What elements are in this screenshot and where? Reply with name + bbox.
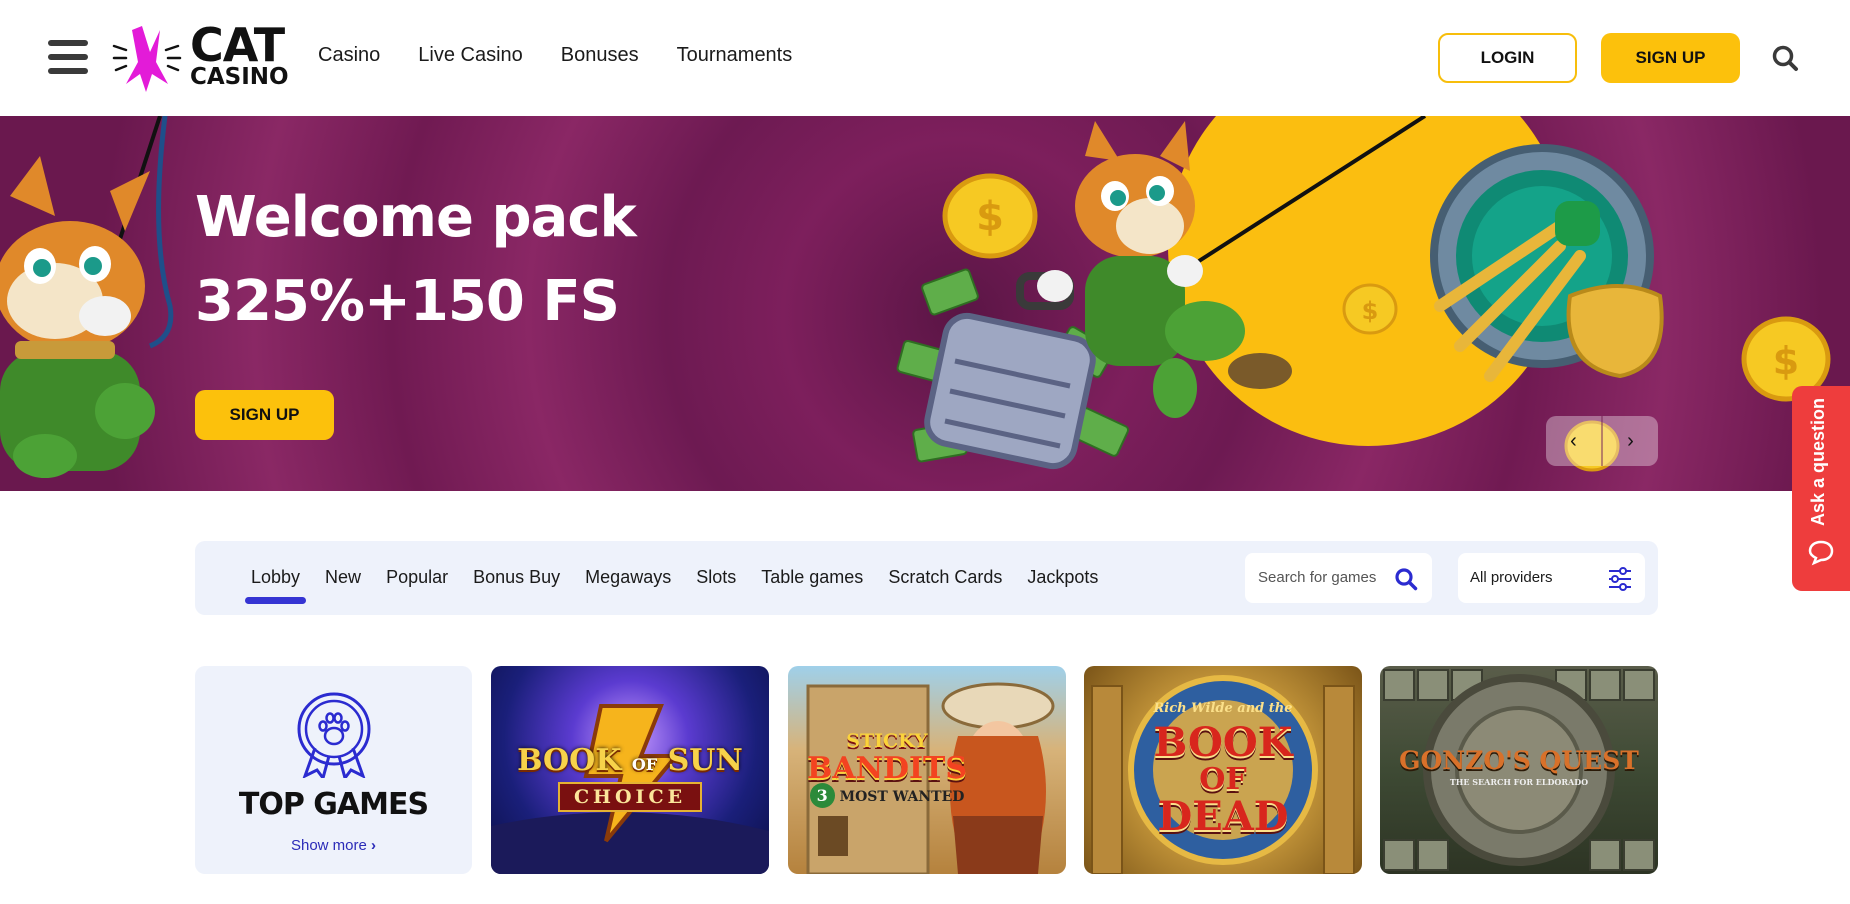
tab-scratch-cards[interactable]: Scratch Cards	[888, 567, 1002, 588]
filter-sliders-icon	[1609, 567, 1631, 591]
tab-slots[interactable]: Slots	[696, 567, 736, 588]
search-icon[interactable]	[1771, 44, 1799, 72]
tab-lobby[interactable]: Lobby	[244, 567, 307, 604]
tab-popular[interactable]: Popular	[386, 567, 448, 588]
nav-tournaments[interactable]: Tournaments	[677, 44, 793, 67]
game1-line1: BOOK	[517, 743, 622, 778]
welcome-banner[interactable]: $ $ $ Welcome pack 325%+150 FS SIGN UP ‹…	[0, 116, 1850, 491]
tab-new[interactable]: New	[325, 567, 361, 588]
nav-bonuses[interactable]: Bonuses	[561, 44, 639, 67]
tab-megaways[interactable]: Megaways	[585, 567, 671, 588]
game4-line2: THE SEARCH FOR ELDORADO	[1449, 777, 1589, 787]
tab-bonus-buy[interactable]: Bonus Buy	[473, 567, 560, 588]
hero-signup-button[interactable]: SIGN UP	[195, 390, 334, 440]
site-header: CAT CASINO Casino Live Casino Bonuses To…	[0, 0, 1850, 116]
game3-line1: Rich Wilde and the	[1153, 701, 1293, 716]
chat-bubble-icon	[1808, 540, 1834, 566]
game-tile-gonzos-quest[interactable]: GONZO'S QUEST THE SEARCH FOR ELDORADO	[1380, 666, 1658, 874]
chevron-right-icon: ›	[371, 837, 377, 854]
game2-line4: MOST WANTED	[839, 789, 965, 805]
slider-controls: ‹ ›	[1546, 416, 1658, 466]
show-more-link[interactable]: Show more ›	[195, 837, 472, 854]
nav-casino[interactable]: Casino	[318, 44, 380, 67]
game1-line3: SUN	[667, 743, 743, 778]
svg-text:$: $	[976, 194, 1004, 240]
top-games-card[interactable]: TOP GAMES Show more ›	[195, 666, 472, 874]
hero-heading: Welcome pack 325%+150 FS	[195, 176, 637, 344]
nav-live-casino[interactable]: Live Casino	[418, 44, 523, 67]
game3-line3: OF	[1199, 762, 1247, 797]
paw-badge-icon	[297, 692, 371, 778]
menu-icon[interactable]	[48, 40, 88, 76]
providers-value: All providers	[1470, 569, 1553, 586]
logo-cat-text: CAT	[190, 18, 285, 72]
game1-line2: OF	[631, 755, 658, 774]
game3-line2: BOOK	[1153, 719, 1293, 766]
main-nav: Casino Live Casino Bonuses Tournaments	[318, 44, 792, 67]
hero-title-line1: Welcome pack	[195, 185, 637, 250]
tab-table-games[interactable]: Table games	[761, 567, 863, 588]
login-button[interactable]: LOGIN	[1438, 33, 1577, 83]
game3-line4: DEAD	[1157, 792, 1289, 840]
chevron-left-icon: ‹	[1570, 429, 1577, 452]
logo-casino-text: CASINO	[190, 64, 289, 90]
providers-select[interactable]: All providers	[1458, 553, 1645, 603]
ask-question-label: Ask a question	[1808, 397, 1828, 526]
vault-keys	[1430, 144, 1664, 382]
slider-next-button[interactable]: ›	[1601, 416, 1658, 466]
chevron-right-icon: ›	[1627, 429, 1634, 452]
cat-logo-mark-icon	[112, 26, 182, 92]
ask-question-tab[interactable]: Ask a question	[1792, 386, 1850, 591]
search-icon[interactable]	[1394, 567, 1418, 591]
cat-casino-logo[interactable]: CAT CASINO	[112, 22, 297, 94]
game-tile-sticky-bandits[interactable]: STICKY BANDITS 3 MOST WANTED	[788, 666, 1066, 874]
left-cat-mascot	[0, 156, 155, 478]
svg-text:$: $	[1773, 339, 1799, 383]
game-tile-book-of-sun[interactable]: BOOK OF SUN CHOICE	[491, 666, 769, 874]
category-tabs: Lobby New Popular Bonus Buy Megaways Slo…	[244, 567, 1123, 604]
game1-line4: CHOICE	[557, 782, 703, 812]
svg-text:$: $	[1362, 297, 1379, 325]
game2-line2: BANDITS	[806, 751, 968, 786]
hero-title-line2: 325%+150 FS	[195, 269, 620, 334]
game4-line1: GONZO'S QUEST	[1399, 746, 1639, 775]
top-games-title: TOP GAMES	[238, 787, 429, 822]
game-search-input[interactable]: Search for games	[1245, 553, 1432, 603]
game2-line3: 3	[809, 783, 835, 808]
signup-button[interactable]: SIGN UP	[1601, 33, 1740, 83]
show-more-label: Show more	[290, 837, 367, 854]
tab-jackpots[interactable]: Jackpots	[1027, 567, 1098, 588]
game-filter-bar: Lobby New Popular Bonus Buy Megaways Slo…	[195, 541, 1658, 615]
slider-prev-button[interactable]: ‹	[1546, 416, 1601, 466]
game2-line1: STICKY	[846, 730, 928, 752]
game-tile-book-of-dead[interactable]: Rich Wilde and the BOOK OF DEAD	[1084, 666, 1362, 874]
game-search-placeholder: Search for games	[1258, 569, 1377, 586]
